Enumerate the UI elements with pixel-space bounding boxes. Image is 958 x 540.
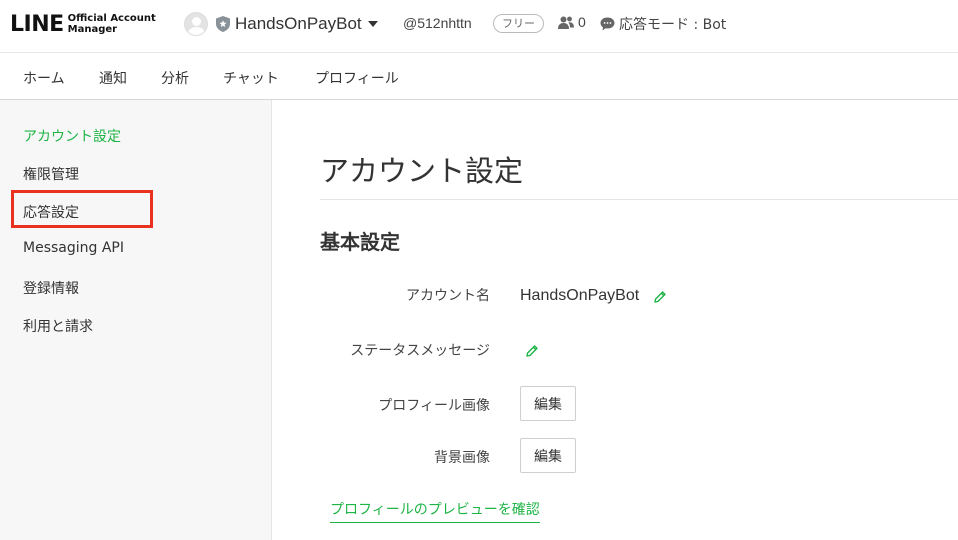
account-name: HandsOnPayBot [235,14,362,33]
background-image-label: 背景画像 [434,450,490,466]
caret-down-icon [367,21,378,27]
shield-icon [216,16,230,32]
nav-chat[interactable]: チャット [223,68,279,88]
edit-account-name-pencil-icon[interactable] [653,290,667,304]
friend-count-value: 0 [578,14,586,30]
nav-notifications[interactable]: 通知 [99,68,127,88]
edit-status-message-pencil-icon[interactable] [525,344,539,358]
sidebar-item-account-settings[interactable]: アカウント設定 [23,126,121,146]
account-name-label: アカウント名 [406,288,490,304]
avatar [184,12,208,36]
main-content: アカウント設定 基本設定 アカウント名 HandsOnPayBot ステータスメ… [272,100,958,540]
chat-bubble-icon [600,17,615,31]
plan-badge: フリー [493,14,544,33]
sidebar-item-usage-billing[interactable]: 利用と請求 [23,316,93,336]
sidebar-item-permissions[interactable]: 権限管理 [23,164,79,184]
account-switcher[interactable]: HandsOnPayBot [184,11,378,37]
nav-profile[interactable]: プロフィール [315,68,399,88]
account-name-value: HandsOnPayBot [520,287,640,304]
main-nav: ホーム 通知 分析 チャット プロフィール [0,53,958,100]
nav-home[interactable]: ホーム [23,68,65,88]
logo-text: LINE [10,11,64,37]
top-bar: LINE Official Account Manager HandsOnPay… [0,0,958,53]
divider [320,199,958,200]
section-title: 基本設定 [320,230,400,254]
logo-subtext: Official Account Manager [67,13,156,35]
account-id: @512nhttn [403,15,472,31]
friends-icon [558,16,574,29]
sidebar-item-registration-info[interactable]: 登録情報 [23,278,79,298]
highlight-annotation-box [11,190,153,228]
line-oa-logo[interactable]: LINE Official Account Manager [10,10,156,38]
response-mode-label: 応答モード : Bot [619,17,727,33]
edit-profile-image-button[interactable]: 編集 [520,386,576,421]
friend-count[interactable]: 0 [558,14,586,30]
profile-image-label: プロフィール画像 [378,398,490,414]
edit-background-image-button[interactable]: 編集 [520,438,576,473]
response-mode[interactable]: 応答モード : Bot [600,14,726,34]
status-message-label: ステータスメッセージ [350,343,490,359]
nav-analytics[interactable]: 分析 [161,68,189,88]
settings-sidebar: アカウント設定 権限管理 応答設定 Messaging API 登録情報 利用と… [0,100,272,540]
profile-preview-link[interactable]: プロフィールのプレビューを確認 [330,499,540,523]
page-title: アカウント設定 [320,154,524,188]
sidebar-item-messaging-api[interactable]: Messaging API [23,240,124,256]
